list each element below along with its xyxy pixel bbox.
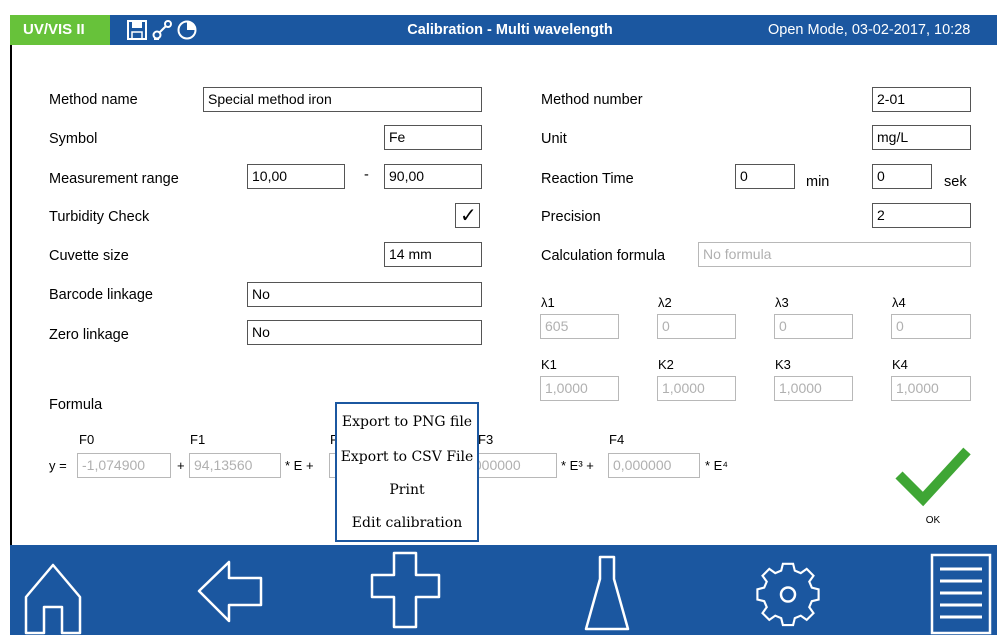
menu-item-export-csv[interactable]: Export to CSV File — [337, 449, 477, 465]
check-mark-icon: ✓ — [460, 203, 477, 227]
formula-f1-suffix: * E + — [285, 458, 314, 473]
precision-label: Precision — [541, 209, 601, 225]
turbidity-check-label: Turbidity Check — [49, 209, 150, 225]
add-icon — [370, 551, 441, 629]
page-title: Calibration - Multi wavelength — [407, 22, 613, 38]
window-border — [10, 15, 12, 545]
zero-linkage-field[interactable]: No — [247, 320, 482, 345]
factor-field-2: 1,0000 — [657, 376, 736, 401]
app-name-badge: UV/VIS II — [10, 15, 110, 45]
factor-field-3: 1,0000 — [774, 376, 853, 401]
bottom-nav-bar — [10, 545, 997, 635]
factor-label-4: K4 — [892, 357, 908, 372]
ok-button[interactable]: OK — [893, 437, 973, 529]
reaction-time-sec-field[interactable]: 0 — [872, 164, 932, 189]
formula-prefix: y = — [49, 458, 67, 473]
wavelength-field-4: 0 — [891, 314, 971, 339]
factor-field-1: 1,0000 — [540, 376, 619, 401]
formula-f3-field: ,000000 — [470, 453, 557, 478]
menu-item-export-png[interactable]: Export to PNG file — [337, 414, 477, 430]
precision-field[interactable]: 2 — [872, 203, 971, 228]
turbidity-checkbox[interactable]: ✓ — [455, 203, 480, 228]
measure-button[interactable] — [582, 545, 632, 635]
wavelength-label-4: λ4 — [892, 295, 906, 310]
factor-label-1: K1 — [541, 357, 557, 372]
connect-icon[interactable] — [151, 19, 173, 41]
save-icon[interactable] — [126, 19, 148, 41]
factor-label-2: K2 — [658, 357, 674, 372]
wavelength-field-1: 605 — [540, 314, 619, 339]
unit-field[interactable]: mg/L — [872, 125, 971, 150]
reaction-time-min-field[interactable]: 0 — [735, 164, 795, 189]
cuvette-size-label: Cuvette size — [49, 248, 129, 264]
menu-item-print[interactable]: Print — [337, 482, 477, 498]
min-unit-label: min — [806, 174, 830, 190]
cuvette-size-field[interactable]: 14 mm — [384, 242, 482, 267]
measurement-range-label: Measurement range — [49, 171, 179, 187]
formula-f1-field: 94,13560 — [189, 453, 281, 478]
formula-f0-field: -1,074900 — [77, 453, 171, 478]
method-name-field[interactable]: Special method iron — [203, 87, 482, 112]
zero-linkage-label: Zero linkage — [49, 327, 129, 343]
symbol-label: Symbol — [49, 131, 98, 147]
ok-label: OK — [925, 515, 941, 526]
flask-icon — [584, 555, 630, 631]
calculation-formula-field: No formula — [698, 242, 971, 267]
status-text: Open Mode, 03-02-2017, 10:28 — [768, 22, 971, 38]
factor-field-4: 1,0000 — [891, 376, 971, 401]
calculation-formula-label: Calculation formula — [541, 248, 666, 264]
home-icon — [24, 563, 82, 635]
range-separator: - — [364, 167, 369, 183]
formula-f0-suffix: + — [177, 458, 185, 473]
method-number-label: Method number — [541, 92, 643, 108]
formula-f4-suffix: * E⁴ — [705, 458, 728, 473]
formula-term-label-f4: F4 — [609, 432, 625, 447]
unit-label: Unit — [541, 131, 567, 147]
method-name-label: Method name — [49, 92, 138, 108]
method-number-field[interactable]: 2-01 — [872, 87, 971, 112]
menu-button[interactable] — [926, 545, 997, 635]
sec-unit-label: sek — [944, 174, 967, 190]
formula-term-label-f1: F1 — [190, 432, 206, 447]
wavelength-field-3: 0 — [774, 314, 853, 339]
formula-term-label-f0: F0 — [79, 432, 95, 447]
checkmark-icon — [895, 447, 971, 507]
barcode-linkage-label: Barcode linkage — [49, 287, 153, 303]
wavelength-label-3: λ3 — [775, 295, 789, 310]
range-max-field[interactable]: 90,00 — [384, 164, 482, 189]
symbol-field[interactable]: Fe — [384, 125, 482, 150]
formula-f4-field: 0,000000 — [608, 453, 700, 478]
settings-gear-icon — [756, 562, 820, 627]
pie-icon[interactable] — [176, 19, 198, 41]
reaction-time-label: Reaction Time — [541, 171, 634, 187]
formula-label: Formula — [49, 397, 103, 413]
back-arrow-icon — [197, 560, 263, 623]
range-min-field[interactable]: 10,00 — [247, 164, 345, 189]
factor-label-3: K3 — [775, 357, 791, 372]
wavelength-field-2: 0 — [657, 314, 736, 339]
home-button[interactable] — [18, 545, 88, 635]
back-button[interactable] — [193, 545, 268, 635]
formula-f3-suffix: * E³ + — [561, 458, 594, 473]
toolbar-icons — [126, 18, 198, 42]
menu-list-icon — [930, 553, 992, 635]
wavelength-label-2: λ2 — [658, 295, 672, 310]
formula-term-label-f3: F3 — [478, 432, 494, 447]
wavelength-label-1: λ1 — [541, 295, 555, 310]
settings-button[interactable] — [748, 545, 828, 635]
barcode-linkage-field[interactable]: No — [247, 282, 482, 307]
menu-item-edit-calibration[interactable]: Edit calibration — [337, 515, 477, 531]
add-button[interactable] — [366, 545, 446, 635]
context-menu: Export to PNG file Export to CSV File Pr… — [335, 402, 479, 542]
